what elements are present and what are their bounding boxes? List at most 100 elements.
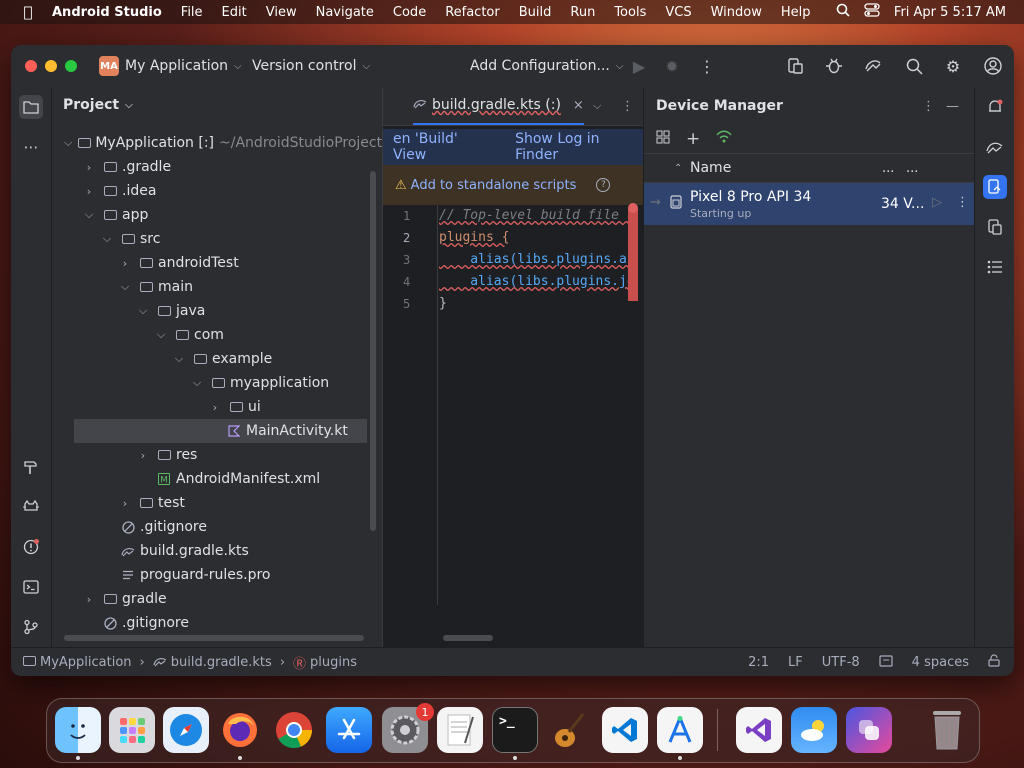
project-vertical-scrollbar[interactable] bbox=[370, 171, 376, 531]
app-store-dock-icon[interactable] bbox=[326, 707, 372, 753]
firefox-dock-icon[interactable] bbox=[217, 707, 263, 753]
settings-gear-icon[interactable]: ⚙ bbox=[943, 56, 963, 76]
chevron-down-icon[interactable]: ⌵ bbox=[64, 136, 72, 150]
pair-wifi-icon[interactable] bbox=[716, 130, 732, 148]
close-window-button[interactable] bbox=[25, 60, 37, 72]
menu-navigate[interactable]: Navigate bbox=[316, 5, 374, 20]
bug-icon[interactable] bbox=[824, 56, 844, 76]
add-device-icon[interactable]: + bbox=[686, 129, 700, 149]
version-control-icon[interactable] bbox=[19, 615, 43, 639]
panel-options-icon[interactable]: ⋮ bbox=[922, 99, 935, 114]
breadcrumb-file[interactable]: build.gradle.kts bbox=[171, 655, 272, 670]
garageband-dock-icon[interactable] bbox=[546, 707, 592, 753]
indent-setting[interactable]: 4 spaces bbox=[912, 655, 969, 670]
device-options-icon[interactable]: ⋮ bbox=[956, 195, 969, 210]
menu-tools[interactable]: Tools bbox=[614, 5, 646, 20]
close-tab-icon[interactable]: × bbox=[573, 98, 584, 113]
problems-icon[interactable] bbox=[19, 535, 43, 559]
column-header-name[interactable]: Name bbox=[690, 160, 731, 176]
editor-horizontal-scrollbar[interactable] bbox=[443, 635, 493, 641]
zoom-window-button[interactable] bbox=[65, 60, 77, 72]
chevron-down-icon[interactable]: ⌵ bbox=[172, 352, 186, 366]
version-control-selector[interactable]: Version control ⌵ bbox=[252, 45, 370, 87]
chevron-right-icon[interactable]: › bbox=[208, 401, 222, 414]
sort-ascending-icon[interactable]: ⌃ bbox=[674, 163, 682, 174]
project-horizontal-scrollbar[interactable] bbox=[64, 635, 364, 641]
sync-gradle-icon[interactable] bbox=[863, 56, 883, 76]
debug-icon[interactable]: ✹ bbox=[662, 56, 682, 76]
tree-item-ui[interactable]: › ui bbox=[208, 395, 261, 419]
more-tool-windows-icon[interactable]: ⋯ bbox=[19, 135, 43, 159]
caret-position[interactable]: 2:1 bbox=[748, 655, 769, 670]
chevron-right-icon[interactable]: › bbox=[82, 161, 96, 174]
code-editor[interactable]: // Top-level build file c plugins { alia… bbox=[439, 205, 629, 625]
column-header-3[interactable]: ... bbox=[906, 161, 918, 176]
breadcrumb-project[interactable]: MyApplication bbox=[40, 655, 132, 670]
tabs-dropdown-icon[interactable]: ⌵ bbox=[593, 99, 601, 113]
apple-menu-icon[interactable]:  bbox=[18, 3, 38, 21]
tree-item-myapplication[interactable]: ⌵ MyApplication [:] ~/AndroidStudioProje… bbox=[64, 131, 389, 155]
tree-item-main[interactable]: ⌵ main bbox=[118, 275, 193, 299]
tree-item-mainactivity[interactable]: MainActivity.kt bbox=[74, 419, 367, 443]
project-panel-header[interactable]: Project ⌵ bbox=[52, 87, 382, 123]
search-icon[interactable] bbox=[904, 56, 924, 76]
build-hammer-icon[interactable] bbox=[19, 455, 43, 479]
chevron-down-icon[interactable]: ⌵ bbox=[82, 208, 96, 222]
vscode-dock-icon[interactable] bbox=[602, 707, 648, 753]
safari-dock-icon[interactable] bbox=[163, 707, 209, 753]
tree-item-gradle[interactable]: › gradle bbox=[82, 587, 167, 611]
device-row[interactable]: ⇝ Pixel 8 Pro API 34 Starting up 34 V...… bbox=[644, 183, 974, 225]
menu-run[interactable]: Run bbox=[570, 5, 595, 20]
tree-item-idea[interactable]: › .idea bbox=[82, 179, 157, 203]
hide-panel-icon[interactable]: — bbox=[946, 99, 959, 114]
menu-build[interactable]: Build bbox=[519, 5, 552, 20]
weather-dock-icon[interactable] bbox=[791, 707, 837, 753]
minimize-window-button[interactable] bbox=[45, 60, 57, 72]
chevron-right-icon[interactable]: › bbox=[136, 449, 150, 462]
chrome-dock-icon[interactable] bbox=[271, 707, 317, 753]
error-stripe-marker[interactable] bbox=[628, 209, 638, 301]
tree-item-gitignore-app[interactable]: .gitignore bbox=[120, 515, 207, 539]
chevron-right-icon[interactable]: › bbox=[82, 185, 96, 198]
chevron-right-icon[interactable]: › bbox=[118, 497, 132, 510]
menu-vcs[interactable]: VCS bbox=[665, 5, 691, 20]
shortcuts-dock-icon[interactable] bbox=[846, 707, 892, 753]
tree-item-gitignore-root[interactable]: .gitignore bbox=[102, 611, 189, 635]
line-separator[interactable]: LF bbox=[788, 655, 803, 670]
tree-item-java[interactable]: ⌵ java bbox=[136, 299, 206, 323]
start-device-icon[interactable]: ⇝ bbox=[650, 195, 661, 210]
more-actions-icon[interactable]: ⋮ bbox=[697, 56, 717, 76]
tree-item-app[interactable]: ⌵ app bbox=[82, 203, 149, 227]
run-configuration-selector[interactable]: Add Configuration... ⌵ bbox=[470, 45, 623, 87]
chevron-down-icon[interactable]: ⌵ bbox=[154, 328, 168, 342]
menu-file[interactable]: File bbox=[181, 5, 203, 20]
menu-edit[interactable]: Edit bbox=[222, 5, 247, 20]
terminal-dock-icon[interactable]: >_ bbox=[492, 707, 538, 753]
project-selector[interactable]: MA My Application ⌵ bbox=[99, 45, 242, 87]
menu-code[interactable]: Code bbox=[393, 5, 426, 20]
chevron-right-icon[interactable]: › bbox=[82, 593, 96, 606]
tree-item-src[interactable]: ⌵ src bbox=[100, 227, 161, 251]
android-studio-dock-icon[interactable] bbox=[657, 707, 703, 753]
project-folder-icon[interactable] bbox=[19, 95, 43, 119]
chevron-down-icon[interactable]: ⌵ bbox=[136, 304, 150, 318]
device-manager-mirror-icon[interactable] bbox=[785, 56, 805, 76]
menu-help[interactable]: Help bbox=[781, 5, 811, 20]
device-manager-icon[interactable] bbox=[983, 175, 1007, 199]
structure-list-icon[interactable] bbox=[983, 255, 1007, 279]
menubar-clock[interactable]: Fri Apr 5 5:17 AM bbox=[894, 5, 1006, 20]
control-center-icon[interactable] bbox=[864, 3, 880, 21]
logcat-icon[interactable] bbox=[19, 495, 43, 519]
column-header-2[interactable]: ... bbox=[882, 161, 894, 176]
visual-studio-dock-icon[interactable] bbox=[736, 707, 782, 753]
device-grid-icon[interactable] bbox=[656, 130, 670, 148]
chevron-down-icon[interactable]: ⌵ bbox=[100, 232, 114, 246]
chevron-down-icon[interactable]: ⌵ bbox=[118, 280, 132, 294]
tree-item-gradle-dir[interactable]: › .gradle bbox=[82, 155, 171, 179]
open-build-view-link[interactable]: en 'Build' View bbox=[393, 131, 493, 163]
trash-dock-icon[interactable] bbox=[924, 707, 970, 753]
textedit-dock-icon[interactable] bbox=[437, 707, 483, 753]
tab-build-gradle-kts[interactable]: build.gradle.kts (:) × bbox=[413, 87, 584, 125]
tree-item-myapplication-package[interactable]: ⌵ myapplication bbox=[190, 371, 329, 395]
menu-refactor[interactable]: Refactor bbox=[445, 5, 500, 20]
